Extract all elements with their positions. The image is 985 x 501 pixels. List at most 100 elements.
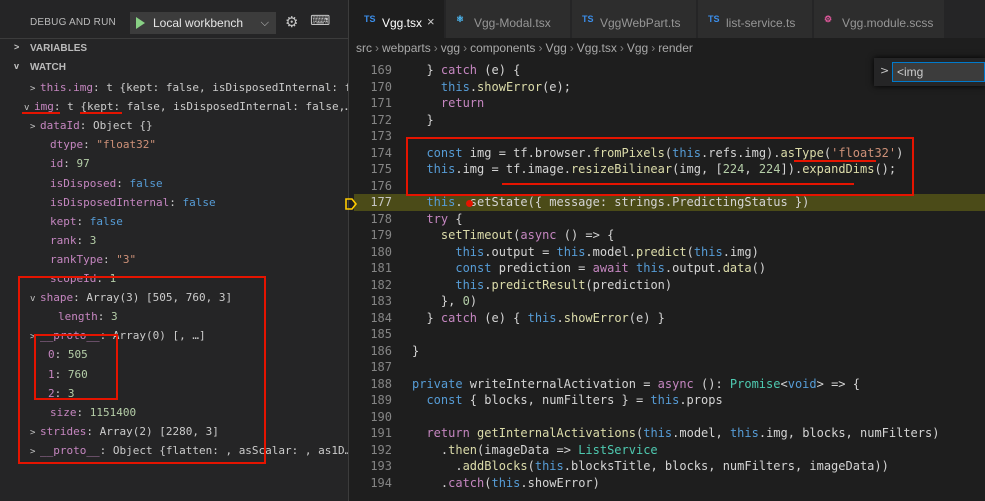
code-text: .catch(this.showError): [412, 475, 600, 490]
code-line[interactable]: 177 this. setState({ message: strings.Pr…: [354, 194, 985, 211]
watch-item[interactable]: > this.img: t {kept: false, isDisposedInt…: [0, 78, 348, 97]
annotation-box-shape-values: [34, 334, 118, 400]
code-line[interactable]: 180 this.output = this.model.predict(thi…: [354, 244, 985, 261]
breadcrumb-item[interactable]: components: [470, 41, 535, 55]
breadcrumb-separator-icon: ›: [433, 41, 438, 55]
code-text: this.output = this.model.predict(this.im…: [455, 244, 759, 259]
editor-tab[interactable]: TS Vgg.tsx ×: [354, 0, 445, 38]
code-line[interactable]: 192 .then(imageData => ListService: [354, 442, 985, 459]
breadcrumb-item[interactable]: src: [356, 41, 372, 55]
watch-item-separator: :: [76, 214, 90, 228]
watch-item[interactable]: dtype: "float32": [0, 135, 348, 154]
code-text: setTimeout(async () => {: [440, 228, 615, 242]
editor-tab[interactable]: ⚛ Vgg-Modal.tsx: [446, 0, 571, 38]
watch-item[interactable]: isDisposedInternal: false: [0, 193, 348, 212]
code-line[interactable]: 178 try {: [354, 211, 985, 228]
variables-section-header[interactable]: > VARIABLES: [0, 38, 348, 58]
breadcrumb-item[interactable]: vgg: [441, 41, 460, 55]
line-number: 174: [370, 145, 392, 160]
code-line[interactable]: 194 .catch(this.showError): [354, 475, 985, 492]
watch-item-name: isDisposedInternal: [50, 195, 170, 209]
code-line[interactable]: 179 setTimeout(async () => {: [354, 227, 985, 244]
code-line[interactable]: 189 const { blocks, numFilters } = this.…: [354, 392, 985, 409]
annotation-underline-float32: [794, 160, 876, 162]
watch-item-separator: :: [83, 138, 97, 152]
breadcrumb-separator-icon: ›: [463, 41, 468, 55]
debug-sidebar: DEBUG AND RUN Local workbench ⌵ ⚙ ⌨ > VA…: [0, 0, 348, 501]
toggle-replace-icon[interactable]: >: [880, 64, 889, 77]
close-icon[interactable]: ×: [427, 14, 435, 29]
code-line[interactable]: 185: [354, 326, 985, 343]
line-number: 182: [370, 277, 392, 292]
watch-section-header[interactable]: v WATCH: [0, 58, 348, 78]
breadcrumb-item[interactable]: webparts: [382, 41, 431, 55]
typescript-file-icon: TS: [364, 14, 376, 24]
line-number: 179: [370, 228, 392, 242]
line-number: 171: [370, 96, 392, 110]
breadcrumb-item[interactable]: Vgg: [545, 41, 566, 55]
watch-item-value: "3": [116, 252, 137, 266]
watch-item[interactable]: rankType: "3": [0, 250, 348, 269]
watch-item[interactable]: > dataId: Object {}: [0, 116, 348, 135]
code-line[interactable]: 181 const prediction = await this.output…: [354, 260, 985, 277]
breadcrumb-separator-icon: ›: [569, 41, 574, 55]
code-line[interactable]: 183 }, 0): [354, 293, 985, 310]
line-number: 190: [370, 409, 392, 424]
code-line[interactable]: 190: [354, 409, 985, 426]
code-text: .then(imageData => ListService: [412, 442, 658, 457]
line-number: 172: [370, 112, 392, 127]
watch-item[interactable]: id: 97: [0, 154, 348, 173]
code-line[interactable]: 187: [354, 359, 985, 376]
breakpoint-icon[interactable]: [466, 200, 473, 207]
code-line[interactable]: 172 }: [354, 112, 985, 129]
code-line[interactable]: 184 } catch (e) { this.showError(e) }: [354, 310, 985, 327]
code-line[interactable]: 182 this.predictResult(prediction): [354, 277, 985, 294]
chevron-right-icon[interactable]: >: [30, 118, 40, 135]
code-line[interactable]: 188 private writeInternalActivation = asy…: [354, 376, 985, 393]
chevron-right-icon[interactable]: >: [30, 80, 40, 97]
breadcrumb-item[interactable]: Vgg: [627, 41, 648, 55]
watch-item-name: rank: [50, 233, 77, 247]
watch-item[interactable]: isDisposed: false: [0, 174, 348, 193]
debug-title: DEBUG AND RUN: [30, 17, 116, 28]
code-area[interactable]: 169 } catch (e) {170 this.showError(e); 1…: [354, 58, 985, 501]
launch-config-select[interactable]: Local workbench ⌵: [130, 12, 276, 34]
watch-item[interactable]: kept: false: [0, 212, 348, 231]
code-text: this.showError(e);: [440, 79, 571, 94]
watch-item-value: 97: [76, 157, 90, 171]
editor-tab-label: list-service.ts: [726, 16, 796, 30]
watch-item-separator: :: [102, 252, 117, 266]
code-line[interactable]: 191 return getInternalActivations(this.m…: [354, 425, 985, 442]
breadcrumb-separator-icon: ›: [375, 41, 379, 55]
gear-icon[interactable]: ⚙: [285, 13, 298, 31]
watch-item-value: false: [89, 214, 123, 228]
watch-item-separator: :: [76, 233, 90, 247]
code-text: try {: [426, 211, 463, 226]
editor-tab[interactable]: ⚙ Vgg.module.scss: [814, 0, 945, 38]
code-line[interactable]: 186}: [354, 343, 985, 360]
line-number: 188: [370, 376, 392, 391]
code-line[interactable]: 193 .addBlocks(this.blocksTitle, blocks,…: [354, 458, 985, 475]
code-text: } catch (e) { this.showError(e) }: [412, 310, 665, 325]
code-text: const { blocks, numFilters } = this.prop…: [426, 393, 723, 407]
watch-item[interactable]: rank: 3: [0, 231, 348, 250]
watch-item-separator: :: [116, 176, 130, 190]
code-text: const prediction = await this.output.dat…: [455, 261, 767, 275]
find-input[interactable]: <img: [892, 62, 985, 82]
launch-config-label: Local workbench: [153, 16, 244, 30]
breadcrumb-item[interactable]: render: [658, 41, 693, 55]
line-number: 186: [370, 343, 392, 358]
breadcrumb-separator-icon: ›: [619, 41, 624, 55]
watch-item-name: rankType: [50, 252, 103, 266]
code-text: } catch (e) {: [412, 63, 521, 77]
editor-tab[interactable]: TS list-service.ts: [698, 0, 813, 38]
start-debugging-icon[interactable]: [136, 17, 145, 29]
annotation-underline-resize: [502, 183, 854, 185]
code-line[interactable]: 171 return: [354, 95, 985, 112]
editor-tab[interactable]: TS VggWebPart.ts: [572, 0, 697, 38]
editor-tab-label: VggWebPart.ts: [600, 16, 681, 30]
breadcrumb-item[interactable]: Vgg.tsx: [577, 41, 617, 55]
code-text: return getInternalActivations(this.model…: [426, 426, 940, 440]
chevron-down-icon: v: [14, 61, 20, 71]
open-terminal-icon[interactable]: ⌨: [310, 13, 330, 29]
